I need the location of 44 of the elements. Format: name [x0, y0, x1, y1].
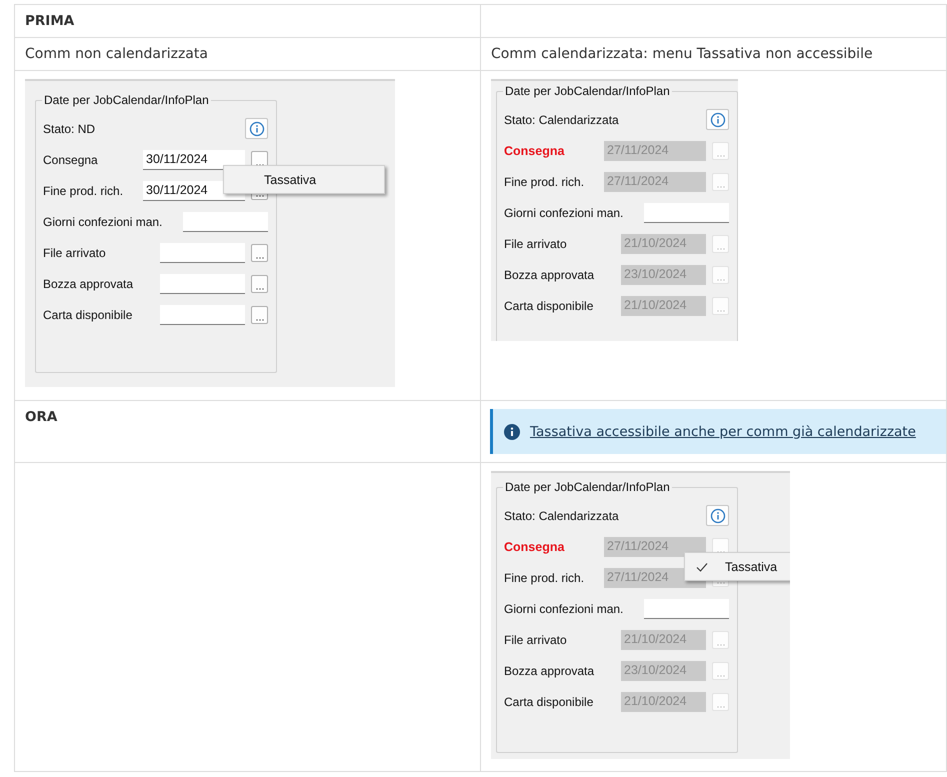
info-icon	[504, 424, 520, 440]
field-label: File arrivato	[504, 236, 568, 250]
section-heading: ORA	[25, 409, 58, 425]
field-label: Fine prod. rich.	[504, 174, 586, 188]
field-label: Bozza approvata	[43, 276, 134, 290]
field-label: Fine prod. rich.	[504, 570, 586, 584]
date-field[interactable]	[160, 274, 245, 294]
field-label: Consegna	[43, 152, 99, 166]
cell-text: Comm non calendarizzata	[25, 46, 208, 62]
input-field[interactable]	[183, 212, 268, 232]
field-label: File arrivato	[504, 632, 568, 646]
group-title: Date per JobCalendar/InfoPlan	[503, 480, 672, 494]
date-field[interactable]: 30/11/2024	[143, 150, 245, 170]
field-label: Giorni confezioni man.	[43, 214, 164, 228]
cell-text: Comm calendarizzata: menu Tassativa non accessibile	[491, 46, 873, 62]
field-label: Giorni confezioni man.	[504, 206, 624, 220]
field-label: Bozza approvata	[504, 664, 596, 678]
group-title: Date per JobCalendar/InfoPlan	[42, 93, 211, 107]
field-label: Bozza approvata	[504, 268, 596, 282]
menu-item[interactable]: Tassativa	[264, 172, 316, 186]
group-title: Date per JobCalendar/InfoPlan	[503, 84, 672, 98]
status-label: Stato: Calendarizzata	[504, 112, 620, 126]
info-button[interactable]	[706, 505, 729, 526]
input-field[interactable]	[644, 598, 729, 618]
browse-button[interactable]	[251, 306, 268, 324]
field-label: Consegna	[504, 144, 566, 158]
status-label: Stato: ND	[43, 122, 96, 136]
section-heading: PRIMA	[25, 13, 74, 29]
field-label: Carta disponibile	[504, 298, 594, 312]
browse-button[interactable]	[251, 244, 268, 262]
info-button[interactable]	[706, 109, 729, 130]
field-label: Giorni confezioni man.	[504, 602, 624, 616]
field-label: Carta disponibile	[504, 694, 594, 708]
field-label: Carta disponibile	[43, 308, 134, 322]
field-label: File arrivato	[43, 246, 107, 260]
date-field[interactable]	[160, 242, 245, 262]
info-button[interactable]	[245, 118, 268, 139]
status-label: Stato: Calendarizzata	[504, 508, 620, 522]
field-label: Fine prod. rich.	[43, 184, 124, 198]
input-field[interactable]	[644, 202, 729, 222]
date-field[interactable]	[160, 304, 245, 324]
field-label: Consegna	[504, 540, 566, 554]
browse-button[interactable]	[251, 274, 268, 292]
menu-item[interactable]: Tassativa	[725, 560, 778, 574]
